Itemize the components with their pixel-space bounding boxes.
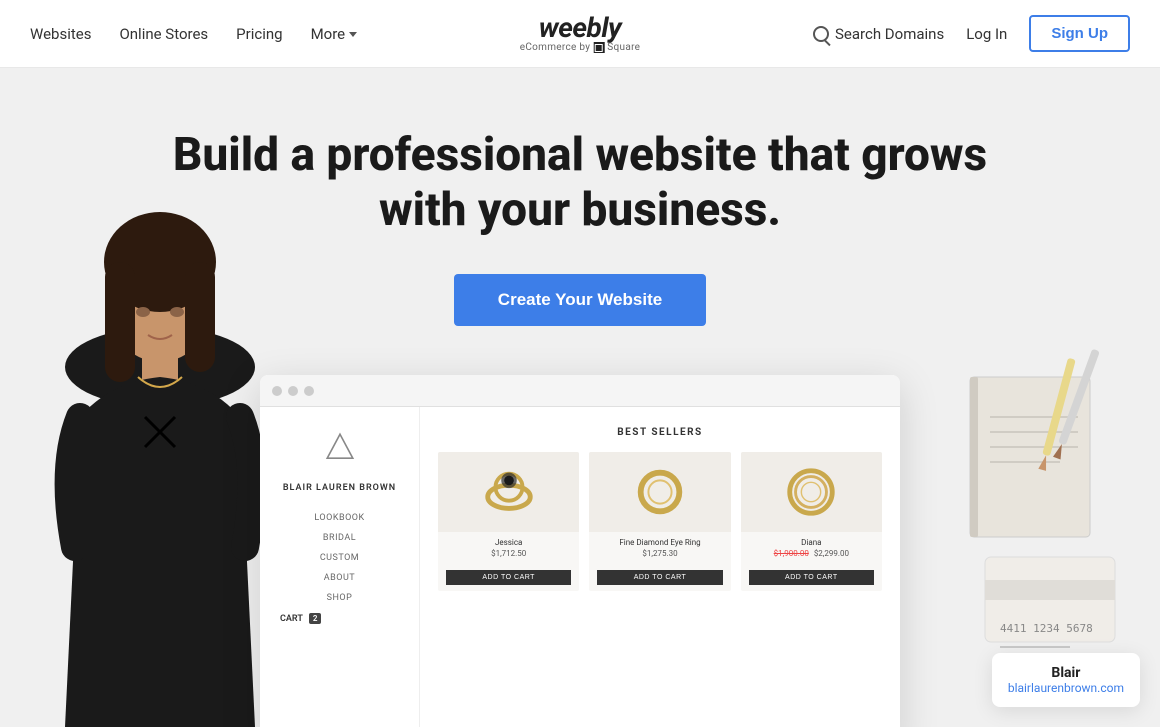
product-price-strike-diana: $1,900.00	[774, 549, 809, 558]
add-to-cart-jessica[interactable]: ADD TO CART	[446, 570, 571, 585]
best-sellers-heading: BEST SELLERS	[438, 427, 882, 438]
create-website-button[interactable]: Create Your Website	[454, 274, 706, 326]
products-grid: Jessica $1,712.50 ADD TO CART	[438, 452, 882, 591]
product-info-diamond: Fine Diamond Eye Ring $1,275.30 ADD TO C…	[589, 532, 730, 591]
logo-subtitle: eCommerce by Square	[520, 42, 641, 53]
header: Websites Online Stores Pricing More weeb…	[0, 0, 1160, 68]
nav-websites[interactable]: Websites	[30, 25, 91, 43]
sidebar-menu-custom[interactable]: CUSTOM	[280, 553, 399, 563]
product-name-diamond: Fine Diamond Eye Ring	[597, 538, 722, 547]
blair-card-name: Blair	[1008, 665, 1124, 681]
browser-dot-1	[272, 386, 282, 396]
product-name-diana: Diana	[749, 538, 874, 547]
product-image-diana	[741, 452, 882, 532]
product-price-diamond: $1,275.30	[597, 549, 722, 558]
cart-badge: 2	[309, 613, 322, 624]
logo-text: weebly	[539, 14, 621, 42]
hero-title: Build a professional website that grows …	[170, 128, 990, 238]
nav-pricing[interactable]: Pricing	[236, 25, 282, 43]
browser-content: BLAIR LAUREN BROWN LOOKBOOK BRIDAL CUSTO…	[260, 407, 900, 727]
hero-person-image	[30, 167, 290, 727]
logo[interactable]: weebly eCommerce by Square	[520, 14, 641, 53]
product-price-jessica: $1,712.50	[446, 549, 571, 558]
main-nav: Websites Online Stores Pricing More	[30, 25, 357, 43]
product-image-diamond	[589, 452, 730, 532]
browser-bar	[260, 375, 900, 407]
login-link[interactable]: Log In	[966, 25, 1007, 43]
browser-dot-3	[304, 386, 314, 396]
product-card-diana: Diana $1,900.00 $2,299.00 ADD TO CART	[741, 452, 882, 591]
add-to-cart-diana[interactable]: ADD TO CART	[749, 570, 874, 585]
sidebar-menu-shop[interactable]: SHOP	[280, 593, 399, 603]
sidebar-menu-lookbook[interactable]: LOOKBOOK	[280, 513, 399, 523]
sidebar-menu-about[interactable]: ABOUT	[280, 573, 399, 583]
search-icon	[813, 26, 829, 42]
signup-button[interactable]: Sign Up	[1029, 15, 1130, 52]
product-info-diana: Diana $1,900.00 $2,299.00 ADD TO CART	[741, 532, 882, 591]
sidebar-cart[interactable]: CART 2	[280, 613, 399, 624]
sidebar-brand-name: BLAIR LAUREN BROWN	[280, 483, 399, 493]
product-info-jessica: Jessica $1,712.50 ADD TO CART	[438, 532, 579, 591]
blair-card-url: blairlaurenbrown.com	[1008, 681, 1124, 695]
product-card-diamond: Fine Diamond Eye Ring $1,275.30 ADD TO C…	[589, 452, 730, 591]
search-domains-link[interactable]: Search Domains	[813, 25, 944, 43]
square-icon	[593, 42, 604, 53]
product-price-diana: $1,900.00 $2,299.00	[749, 549, 874, 558]
sidebar-logo	[280, 431, 399, 467]
website-sidebar: BLAIR LAUREN BROWN LOOKBOOK BRIDAL CUSTO…	[260, 407, 420, 727]
sidebar-menu-bridal[interactable]: BRIDAL	[280, 533, 399, 543]
add-to-cart-diamond[interactable]: ADD TO CART	[597, 570, 722, 585]
browser-mockup: BLAIR LAUREN BROWN LOOKBOOK BRIDAL CUSTO…	[260, 375, 900, 727]
product-card-jessica: Jessica $1,712.50 ADD TO CART	[438, 452, 579, 591]
header-right: Search Domains Log In Sign Up	[813, 15, 1130, 52]
hero-section: Build a professional website that grows …	[0, 68, 1160, 727]
website-main-content: BEST SELLERS	[420, 407, 900, 727]
nav-more[interactable]: More	[311, 25, 358, 43]
nav-online-stores[interactable]: Online Stores	[119, 25, 208, 43]
chevron-down-icon	[349, 32, 357, 37]
svg-text:4411 1234 5678: 4411 1234 5678	[1000, 622, 1093, 635]
product-name-jessica: Jessica	[446, 538, 571, 547]
product-image-jessica	[438, 452, 579, 532]
blair-card: Blair blairlaurenbrown.com	[992, 653, 1140, 707]
browser-dot-2	[288, 386, 298, 396]
